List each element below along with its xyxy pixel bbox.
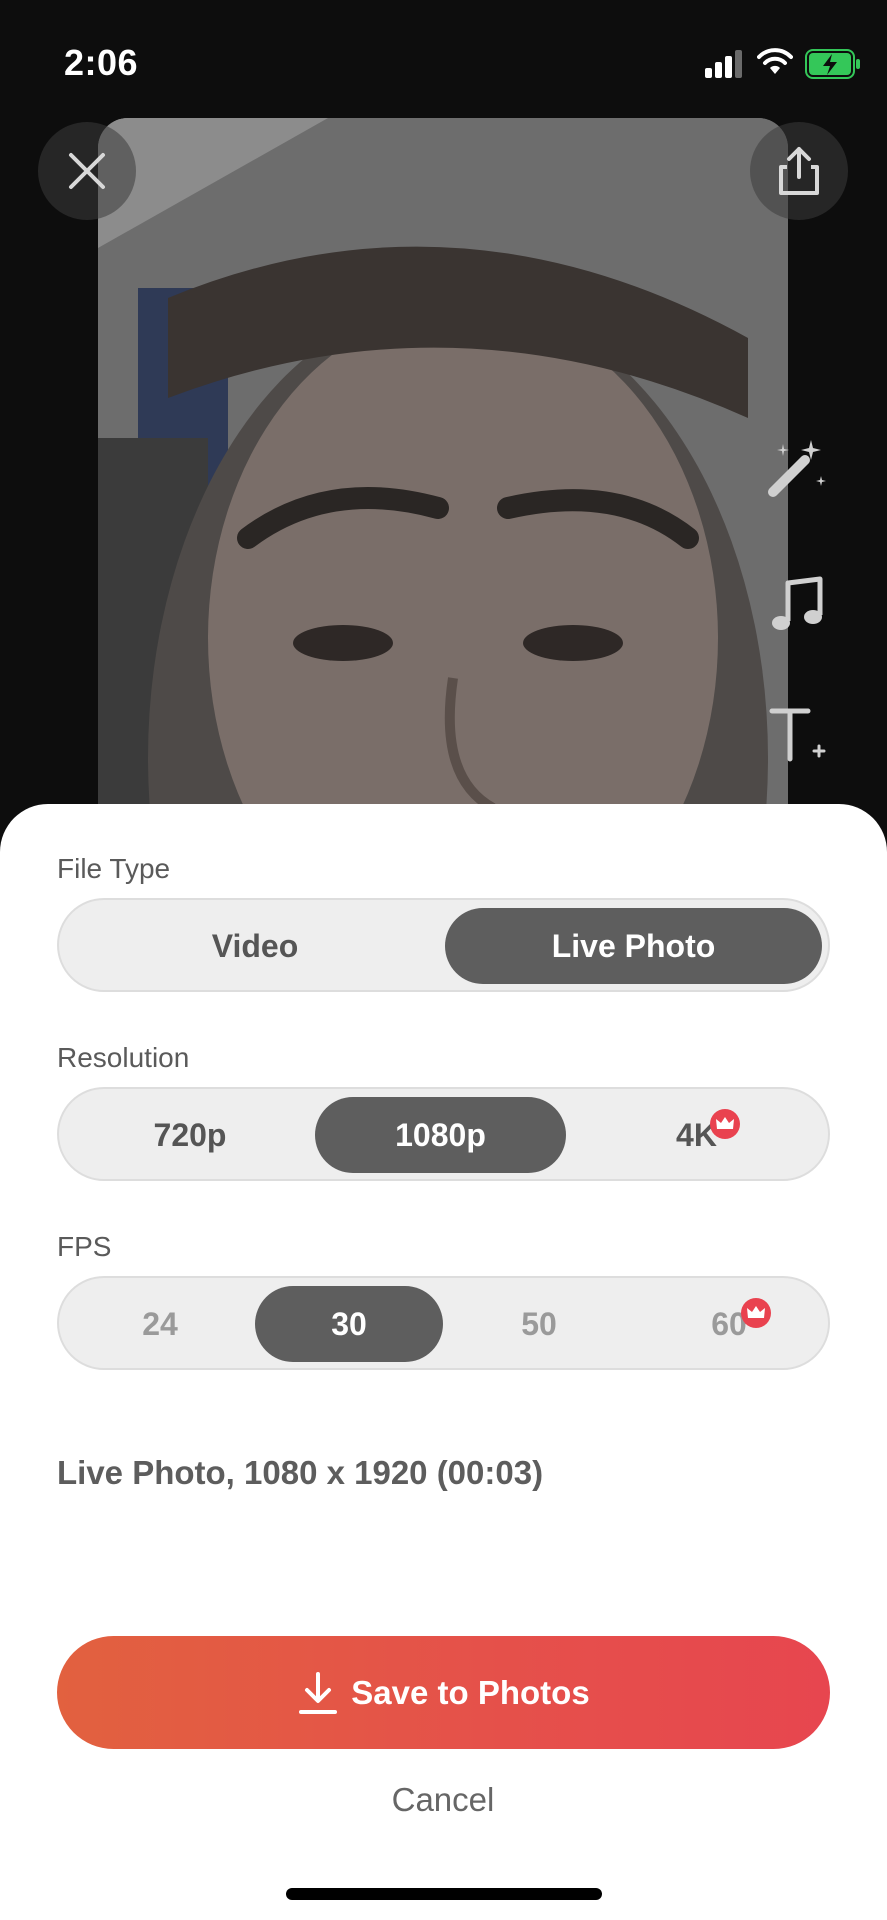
home-indicator [286,1888,602,1900]
fps-option-30[interactable]: 30 [255,1286,443,1362]
fps-label: FPS [57,1231,112,1262]
fps-option-60[interactable]: 60 [635,1286,823,1362]
download-icon [299,1671,338,1714]
resolution-option-4k[interactable]: 4K [569,1097,824,1173]
add-text-icon [769,708,826,762]
resolution-selector: 720p 1080p 4K [57,1087,830,1181]
status-bar: 2:06 [0,0,887,120]
resolution-label: Resolution [57,1042,190,1073]
fps-selector: 24 30 50 60 [57,1276,830,1370]
fps-option-24[interactable]: 24 [67,1286,253,1362]
file-type-label: File Type [57,853,171,884]
file-type-selector: Video Live Photo [57,898,830,992]
close-button[interactable] [38,122,136,220]
file-type-option-live-photo[interactable]: Live Photo [445,908,822,984]
music-tool-button[interactable] [763,570,833,640]
crown-icon [747,1306,765,1318]
close-icon [69,153,105,189]
premium-badge [741,1298,771,1328]
premium-badge [710,1109,740,1139]
share-icon [779,147,819,195]
resolution-option-720p[interactable]: 720p [67,1097,313,1173]
crown-icon [716,1117,734,1129]
save-to-photos-button[interactable]: Save to Photos [57,1636,830,1749]
cellular-signal-icon [705,50,742,78]
wifi-icon [757,48,793,74]
battery-charging-icon [805,49,860,79]
music-note-icon [772,576,823,630]
save-button-label: Save to Photos [351,1673,590,1711]
file-type-option-video[interactable]: Video [67,908,443,984]
text-tool-button[interactable] [763,700,833,770]
cancel-button[interactable]: Cancel [343,1775,543,1825]
magic-tool-button[interactable] [763,432,833,502]
export-summary: Live Photo, 1080 x 1920 (00:03) [57,1454,544,1491]
status-time: 2:06 [64,42,139,83]
share-button[interactable] [750,122,848,220]
resolution-option-1080p[interactable]: 1080p [315,1097,566,1173]
magic-wand-icon [768,440,826,497]
fps-option-50[interactable]: 50 [445,1286,633,1362]
